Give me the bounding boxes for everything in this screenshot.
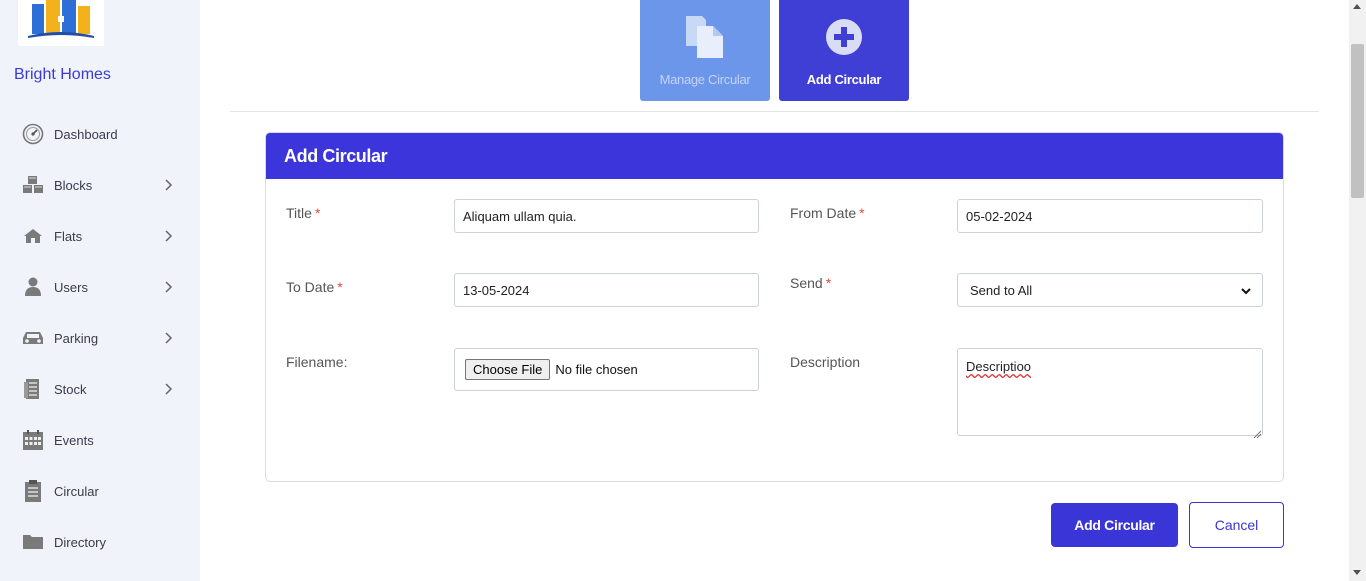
clipboard-icon bbox=[21, 479, 45, 503]
title-label-text: Title bbox=[286, 205, 312, 221]
tile-label: Add Circular bbox=[806, 72, 882, 87]
to-date-label-text: To Date bbox=[286, 279, 335, 295]
scrollbar-thumb[interactable] bbox=[1351, 44, 1364, 198]
brand-name: Bright Homes bbox=[14, 66, 111, 83]
cubes-icon bbox=[21, 173, 45, 197]
calendar-icon bbox=[21, 428, 45, 452]
sidebar-item-label: Events bbox=[54, 432, 94, 448]
sidebar-item-label: Flats bbox=[54, 228, 83, 244]
sidebar-item-label: Stock bbox=[54, 381, 87, 397]
sidebar-item-label: Dashboard bbox=[54, 126, 118, 142]
sidebar-item-flats[interactable]: Flats bbox=[0, 216, 200, 256]
sidebar-item-stock[interactable]: Stock bbox=[0, 369, 200, 409]
vertical-scrollbar[interactable] bbox=[1349, 0, 1366, 581]
sidebar-item-blocks[interactable]: Blocks bbox=[0, 165, 200, 205]
filename-label: Filename: bbox=[286, 354, 348, 370]
scroll-up-arrow-icon[interactable] bbox=[1353, 4, 1361, 9]
cancel-button[interactable]: Cancel bbox=[1189, 502, 1284, 548]
logo bbox=[18, 0, 104, 46]
resize-handle-icon[interactable] bbox=[1253, 426, 1262, 439]
sidebar-item-events[interactable]: Events bbox=[0, 420, 200, 460]
sidebar: Bright Homes Dashboard Blocks Flats User… bbox=[0, 0, 200, 581]
send-label: Send * bbox=[790, 275, 831, 291]
manage-circular-tile[interactable]: Manage Circular bbox=[640, 0, 770, 101]
home-icon bbox=[21, 224, 45, 248]
divider bbox=[230, 111, 1319, 112]
file-input[interactable]: Choose File No file chosen bbox=[454, 348, 759, 391]
chevron-right-icon bbox=[162, 177, 176, 193]
sidebar-item-users[interactable]: Users bbox=[0, 267, 200, 307]
from-date-label: From Date * bbox=[790, 205, 865, 221]
sidebar-item-dashboard[interactable]: Dashboard bbox=[0, 114, 200, 154]
sidebar-item-label: Directory bbox=[54, 534, 107, 550]
title-value: Aliquam ullam quia. bbox=[463, 208, 577, 224]
user-icon bbox=[21, 275, 45, 299]
add-circular-button[interactable]: Add Circular bbox=[1051, 503, 1178, 547]
card-title: Add Circular bbox=[266, 133, 1283, 179]
description-textarea[interactable]: Descriptioo bbox=[957, 348, 1263, 439]
sidebar-item-directory[interactable]: Directory bbox=[0, 522, 200, 562]
from-date-label-text: From Date bbox=[790, 205, 857, 221]
sidebar-item-circular[interactable]: Circular bbox=[0, 471, 200, 511]
file-status: No file chosen bbox=[555, 362, 638, 377]
chevron-right-icon bbox=[162, 330, 176, 346]
copy-icon bbox=[683, 14, 727, 58]
chevron-right-icon bbox=[162, 228, 176, 244]
description-value: Descriptioo bbox=[966, 359, 1032, 374]
choose-file-button[interactable]: Choose File bbox=[465, 359, 551, 380]
tile-label: Manage Circular bbox=[659, 72, 751, 87]
car-icon bbox=[21, 326, 45, 350]
from-date-value: 05-02-2024 bbox=[966, 208, 1033, 224]
required-mark: * bbox=[337, 279, 343, 295]
add-circular-tile[interactable]: Add Circular bbox=[779, 0, 909, 101]
to-date-value: 13-05-2024 bbox=[463, 282, 530, 298]
from-date-input[interactable]: 05-02-2024 bbox=[957, 199, 1263, 233]
scroll-down-arrow-icon[interactable] bbox=[1353, 570, 1361, 575]
plus-circle-icon bbox=[822, 14, 866, 58]
folder-icon bbox=[21, 530, 45, 554]
required-mark: * bbox=[825, 275, 832, 291]
chevron-right-icon bbox=[162, 381, 176, 397]
sidebar-item-label: Users bbox=[54, 279, 88, 295]
chevron-right-icon bbox=[162, 279, 176, 295]
chevron-down-icon bbox=[1240, 285, 1252, 297]
to-date-label: To Date * bbox=[286, 279, 343, 295]
title-input[interactable]: Aliquam ullam quia. bbox=[454, 199, 759, 233]
sidebar-item-label: Blocks bbox=[54, 177, 93, 193]
receipt-icon bbox=[21, 377, 45, 401]
description-label: Description bbox=[790, 354, 861, 370]
send-value: Send to All bbox=[970, 282, 1033, 298]
gauge-icon bbox=[21, 122, 45, 146]
required-mark: * bbox=[859, 205, 865, 221]
title-label: Title * bbox=[286, 205, 320, 221]
sidebar-item-label: Circular bbox=[54, 483, 99, 499]
send-select[interactable]: Send to All bbox=[957, 273, 1263, 307]
sidebar-item-parking[interactable]: Parking bbox=[0, 318, 200, 358]
send-label-text: Send bbox=[790, 275, 823, 291]
sidebar-item-label: Parking bbox=[54, 330, 99, 346]
required-mark: * bbox=[314, 205, 321, 221]
to-date-input[interactable]: 13-05-2024 bbox=[454, 273, 759, 307]
